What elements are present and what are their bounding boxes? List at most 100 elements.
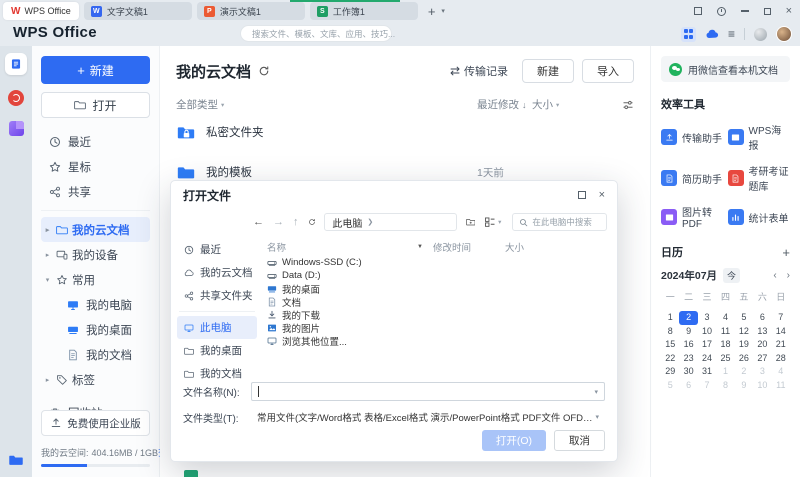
tab-writer-doc[interactable]: W 文字文稿1	[84, 2, 192, 20]
cloud-sync-icon[interactable]	[705, 27, 719, 41]
sidebar-item-my-devices[interactable]: ▸ 我的设备	[41, 242, 150, 267]
filetype-dropdown[interactable]: 常用文件(文字/Word格式 表格/Excel格式 演示/PowerPoint格…	[251, 408, 605, 426]
rail-pdf-app-icon[interactable]	[8, 90, 24, 106]
new-folder-icon[interactable]	[466, 216, 475, 228]
sidebar-item-tags[interactable]: ▸ 标签	[41, 367, 150, 392]
dialog-open-button[interactable]: 打开(O)	[482, 430, 546, 451]
sort-modified-header[interactable]: 最近修改 ↓	[477, 97, 532, 112]
tab-home[interactable]: W WPS Office	[3, 2, 79, 20]
calendar-day[interactable]: 3	[698, 311, 716, 325]
calendar-day[interactable]: 28	[772, 352, 790, 366]
calendar-day[interactable]: 11	[772, 379, 790, 393]
calendar-day[interactable]: 19	[735, 338, 753, 352]
menu-icon[interactable]: ≡	[728, 27, 735, 41]
size-column-header[interactable]: 大小	[505, 240, 605, 254]
sidebar-item-my-documents[interactable]: 我的文档	[41, 342, 150, 367]
refresh-icon[interactable]	[308, 217, 316, 227]
up-icon[interactable]: ↑	[293, 216, 299, 228]
calendar-next-icon[interactable]: ›	[787, 270, 790, 281]
calendar-day[interactable]: 15	[661, 338, 679, 352]
calendar-day[interactable]: 5	[661, 379, 679, 393]
dialog-close-button[interactable]: ×	[599, 190, 605, 201]
calendar-day[interactable]: 17	[698, 338, 716, 352]
calendar-day[interactable]: 21	[772, 338, 790, 352]
sidebar-item-my-desktop[interactable]: 我的桌面	[41, 317, 150, 342]
main-new-button[interactable]: 新建	[522, 59, 574, 83]
calendar-day[interactable]: 16	[679, 338, 697, 352]
sidebar-item-common[interactable]: ▾ 常用	[41, 267, 150, 292]
calendar-day[interactable]: 4	[716, 311, 734, 325]
sidebar-item-my-computer[interactable]: 我的电脑	[41, 292, 150, 317]
calendar-day[interactable]: 10	[698, 325, 716, 339]
calendar-day[interactable]: 5	[735, 311, 753, 325]
calendar-prev-icon[interactable]: ‹	[773, 270, 776, 281]
new-document-button[interactable]: + 新建	[41, 56, 150, 84]
workspace-icon[interactable]	[694, 7, 702, 15]
calendar-day[interactable]: 4	[772, 365, 790, 379]
calendar-add-button[interactable]: +	[782, 245, 790, 260]
type-filter-dropdown[interactable]: 全部类型 ▾	[176, 97, 477, 112]
chevron-down-icon[interactable]: ▾	[594, 388, 598, 396]
restore-button[interactable]	[764, 8, 771, 15]
wechat-view-banner[interactable]: 用微信查看本机文档	[661, 56, 790, 82]
calendar-day[interactable]: 8	[661, 325, 679, 339]
calendar-day[interactable]: 3	[753, 365, 771, 379]
calendar-day[interactable]: 9	[679, 325, 697, 339]
calendar-today-button[interactable]: 今	[723, 268, 740, 283]
dialog-maximize-button[interactable]	[578, 191, 586, 199]
tool-wps-poster[interactable]: WPS海报	[728, 122, 791, 152]
transfer-history-button[interactable]: ⇄ 传输记录	[450, 63, 508, 79]
global-search-box[interactable]: 搜索文件、模板、文库、应用、技巧...	[240, 25, 392, 42]
tool-exam-question-bank[interactable]: 考研考证题库	[728, 163, 791, 193]
back-icon[interactable]: ←	[253, 216, 264, 228]
dialog-cancel-button[interactable]: 取消	[554, 430, 605, 451]
enterprise-upgrade-button[interactable]: 免费使用企业版	[41, 410, 150, 436]
calendar-day[interactable]: 24	[698, 352, 716, 366]
calendar-day[interactable]: 20	[753, 338, 771, 352]
calendar-day[interactable]: 7	[698, 379, 716, 393]
dialog-nav-cloud-docs[interactable]: 我的云文档	[177, 261, 257, 284]
file-row[interactable]: Windows-SSD (C:)	[267, 256, 605, 269]
settings-center-icon[interactable]	[717, 7, 726, 16]
calendar-day[interactable]: 29	[661, 365, 679, 379]
chevron-down-icon[interactable]: ▾	[43, 276, 52, 284]
calendar-day[interactable]: 2	[735, 365, 753, 379]
rail-docs-app-icon[interactable]	[5, 53, 27, 75]
calendar-day[interactable]: 1	[661, 311, 679, 325]
forward-icon[interactable]: →	[273, 216, 284, 228]
main-import-button[interactable]: 导入	[582, 59, 634, 83]
filename-input[interactable]: ▾	[251, 382, 605, 401]
sidebar-item-recent[interactable]: 最近	[41, 129, 150, 154]
breadcrumb[interactable]: 此电脑	[332, 215, 362, 230]
file-row[interactable]: 我的下载	[267, 308, 605, 321]
name-column-header[interactable]: 名称 ▼	[267, 240, 433, 254]
calendar-day[interactable]: 1	[716, 365, 734, 379]
chevron-right-icon[interactable]: ▸	[43, 376, 52, 384]
calendar-day[interactable]: 13	[753, 325, 771, 339]
tab-list-caret-icon[interactable]: ▾	[441, 7, 445, 15]
tab-workbook-doc[interactable]: S 工作簿1	[310, 2, 418, 20]
dialog-nav-recent[interactable]: 最近	[177, 238, 257, 261]
calendar-day[interactable]: 7	[772, 311, 790, 325]
chevron-right-icon[interactable]: ▸	[43, 226, 52, 234]
tool-image-to-pdf[interactable]: 图片转PDF	[661, 204, 724, 230]
avatar[interactable]	[776, 26, 792, 42]
tool-stats-form[interactable]: 统计表单	[728, 204, 791, 230]
refresh-icon[interactable]	[258, 65, 270, 77]
chevron-right-icon[interactable]: ▸	[43, 251, 52, 259]
dialog-nav-this-pc[interactable]: 此电脑	[177, 316, 257, 339]
calendar-day[interactable]: 8	[716, 379, 734, 393]
dialog-nav-shared-folder[interactable]: 共享文件夹	[177, 284, 257, 307]
new-tab-button[interactable]: +	[428, 4, 436, 19]
calendar-day[interactable]: 22	[661, 352, 679, 366]
calendar-day[interactable]: 23	[679, 352, 697, 366]
minimize-button[interactable]	[741, 10, 749, 11]
calendar-day[interactable]: 12	[735, 325, 753, 339]
tab-presentation-doc[interactable]: P 演示文稿1	[197, 2, 305, 20]
dialog-search-box[interactable]: 在此电脑中搜索	[512, 213, 607, 231]
sidebar-item-cloud-docs[interactable]: ▸ 我的云文档	[41, 217, 150, 242]
calendar-day[interactable]: 31	[698, 365, 716, 379]
view-mode-button[interactable]: ▾	[484, 216, 501, 228]
calendar-day[interactable]: 6	[679, 379, 697, 393]
calendar-day[interactable]: 9	[735, 379, 753, 393]
